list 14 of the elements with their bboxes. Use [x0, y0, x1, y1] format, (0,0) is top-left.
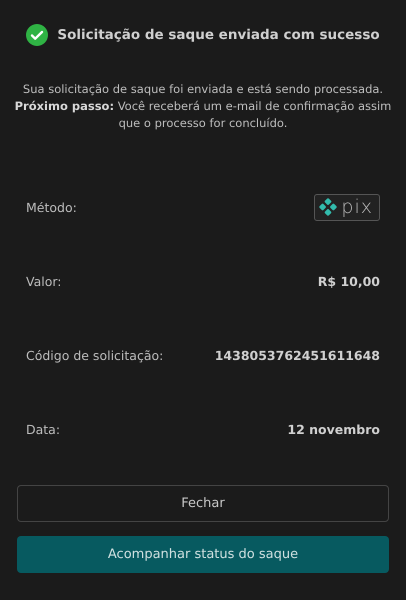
pix-logo: pix — [314, 194, 380, 220]
detail-label: Valor: — [26, 274, 62, 288]
check-circle-icon — [26, 24, 48, 46]
detail-value: R$ 10,00 — [318, 274, 380, 288]
status-message: Sua solicitação de saque foi enviada e está sendo processada. — [22, 81, 384, 98]
detail-label: Método: — [26, 200, 77, 214]
success-title: Solicitação de saque enviada com sucesso — [57, 27, 380, 43]
detail-label: Código de solicitação: — [26, 348, 164, 362]
close-button[interactable]: Fechar — [17, 485, 389, 522]
detail-label: Data: — [26, 422, 60, 436]
detail-value: 12 novembro — [287, 422, 380, 436]
track-status-button[interactable]: Acompanhar status do saque — [17, 536, 389, 573]
detail-value: 1438053762451611648 — [214, 348, 380, 362]
next-step-message: Próximo passo: Você receberá um e-mail de confirmação assim que o processo for concluído. — [14, 98, 392, 132]
